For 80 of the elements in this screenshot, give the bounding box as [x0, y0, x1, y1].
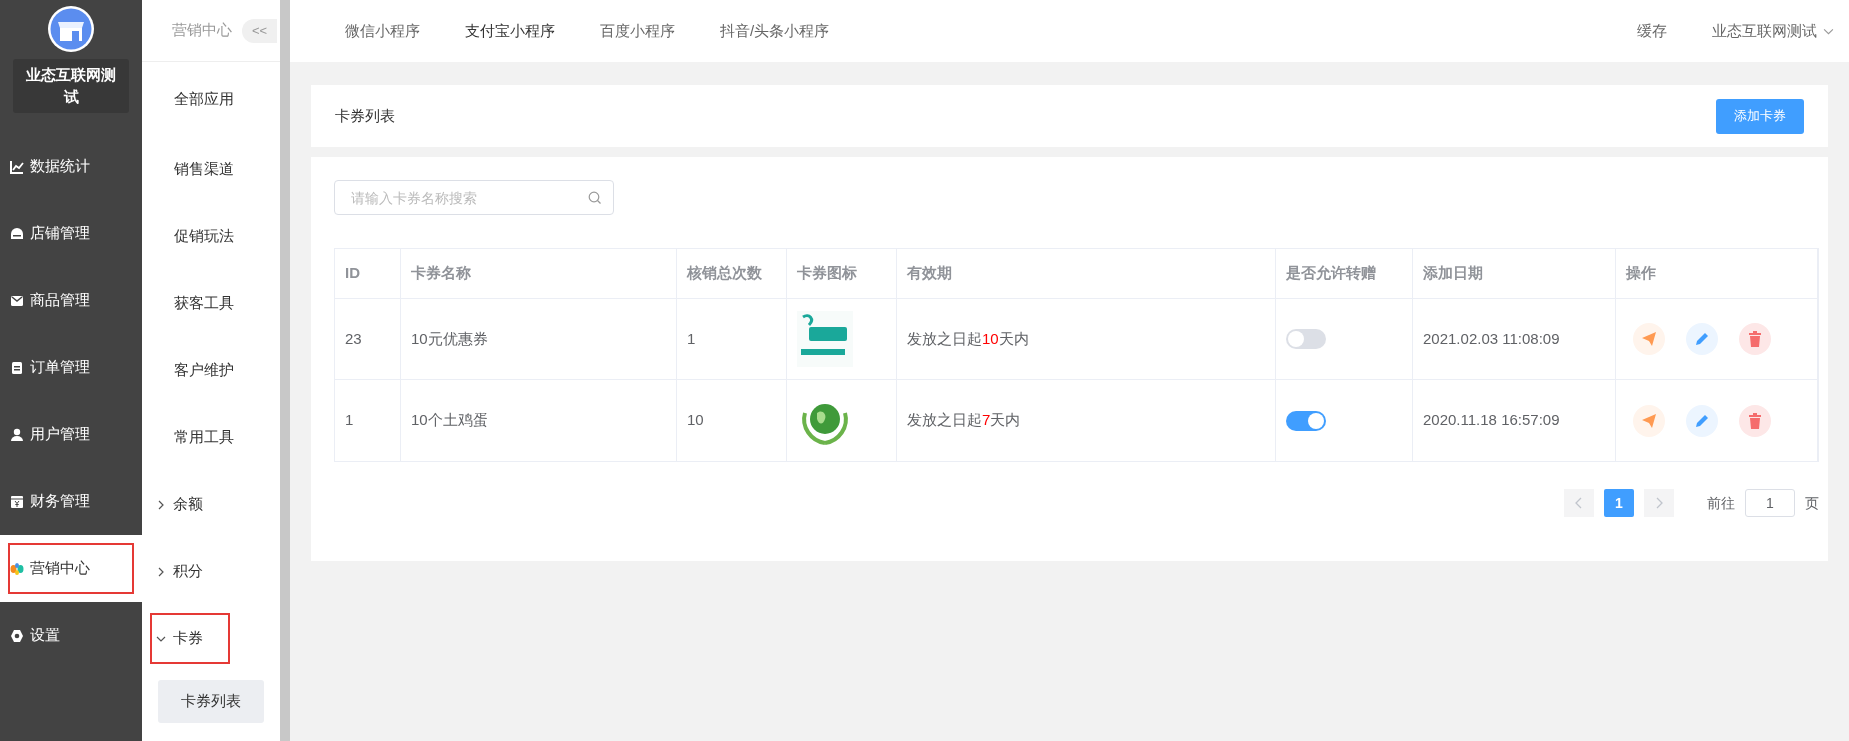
logo-picture: [797, 311, 853, 367]
submenu-item[interactable]: 获客工具: [142, 270, 280, 337]
page-unit-label: 页: [1805, 493, 1819, 513]
submenu-item[interactable]: 客户维护: [142, 337, 280, 404]
table-cell-text: 2020.11.18 16:57:09: [1423, 410, 1560, 431]
search-field[interactable]: 请输入卡券名称搜索: [334, 180, 614, 215]
chart-icon: [9, 158, 25, 175]
edit-button[interactable]: [1686, 404, 1718, 437]
page-title: 卡券列表: [335, 105, 395, 126]
column-header: 添加日期: [1413, 249, 1616, 298]
tab[interactable]: 微信小程序: [345, 19, 420, 43]
send-button[interactable]: [1633, 404, 1665, 437]
delete-button[interactable]: [1739, 404, 1771, 437]
submenu-item[interactable]: 卡券列表: [158, 680, 264, 723]
store-avatar-icon: [47, 5, 95, 53]
menu-item[interactable]: 财务管理: [0, 468, 142, 535]
tab[interactable]: 抖音/头条小程序: [720, 19, 830, 43]
chevron-right-icon: [1655, 497, 1663, 509]
search-icon: [588, 191, 602, 205]
chevron-right-icon: [156, 499, 166, 510]
wallet-icon: [9, 493, 25, 510]
next-page-button[interactable]: [1644, 489, 1674, 517]
column-header: ID: [335, 249, 401, 298]
shop-name: 业态互联网测试: [13, 59, 129, 113]
table-cell-text: 10个土鸡蛋: [411, 410, 488, 431]
submenu-item[interactable]: 销售渠道: [142, 136, 280, 203]
trash-icon: [1748, 331, 1762, 347]
validity-text: 发放之日起7天内: [907, 410, 1021, 431]
table-cell-text: 10: [687, 410, 704, 431]
table-cell-text: 2021.02.03 11:08:09: [1423, 328, 1560, 349]
pencil-icon: [1694, 412, 1710, 429]
goto-label: 前往: [1707, 493, 1735, 513]
submenu-item[interactable]: 全部应用: [142, 62, 280, 136]
flower-icon: [9, 560, 25, 577]
paper-plane-icon: [1641, 331, 1657, 347]
submenu-item[interactable]: 卡券: [142, 605, 238, 672]
column-header: 有效期: [897, 249, 1276, 298]
table-cell-text: 23: [345, 328, 362, 349]
delete-button[interactable]: [1739, 323, 1771, 355]
house-icon: [9, 225, 25, 242]
menu-item[interactable]: 订单管理: [0, 334, 142, 401]
table-cell-text: 10元优惠券: [411, 328, 488, 349]
submenu-item[interactable]: 常用工具: [142, 404, 280, 471]
submenu-item[interactable]: 余额: [142, 471, 280, 538]
user-icon: [9, 426, 25, 443]
column-header: 核销总次数: [677, 249, 787, 298]
tab[interactable]: 百度小程序: [600, 19, 675, 43]
submenu-item[interactable]: 积分: [142, 538, 280, 605]
menu-item[interactable]: 营销中心: [0, 535, 142, 602]
gear-icon: [9, 627, 25, 644]
menu-item[interactable]: 店铺管理: [0, 200, 142, 267]
menu-item[interactable]: 数据统计: [0, 133, 142, 200]
toggle-switch[interactable]: [1286, 410, 1326, 431]
paper-plane-icon: [1641, 412, 1657, 429]
clipboard-icon: [9, 359, 25, 376]
table-cell-text: 1: [687, 328, 696, 349]
menu-title: 营销中心: [172, 20, 232, 41]
table-cell-text: 1: [345, 410, 354, 431]
previous-page-button[interactable]: [1564, 489, 1594, 517]
pencil-icon: [1694, 331, 1710, 347]
column-header: 是否允许转赠: [1276, 249, 1413, 298]
validity-text: 发放之日起10天内: [907, 328, 1029, 349]
tab[interactable]: 支付宝小程序: [465, 19, 555, 43]
page-input[interactable]: 1: [1745, 489, 1795, 517]
menu-item[interactable]: 商品管理: [0, 267, 142, 334]
send-button[interactable]: [1633, 323, 1665, 355]
column-header: 卡券图标: [787, 249, 897, 298]
edit-button[interactable]: [1686, 323, 1718, 355]
column-header: 卡券名称: [401, 249, 677, 298]
toggle-switch[interactable]: [1286, 329, 1326, 349]
menu-item[interactable]: 设置: [0, 602, 142, 669]
trash-icon: [1748, 412, 1762, 429]
cache-link[interactable]: 缓存: [1637, 19, 1667, 43]
column-header: 操作: [1616, 249, 1818, 298]
chevron-right-icon: [156, 566, 166, 577]
scrollbar[interactable]: [280, 0, 290, 741]
chevron-left-icon: [1575, 497, 1583, 509]
account-menu[interactable]: 业态互联网测试: [1712, 19, 1834, 43]
submenu-item[interactable]: 促销玩法: [142, 203, 280, 270]
menu-item[interactable]: 用户管理: [0, 401, 142, 468]
